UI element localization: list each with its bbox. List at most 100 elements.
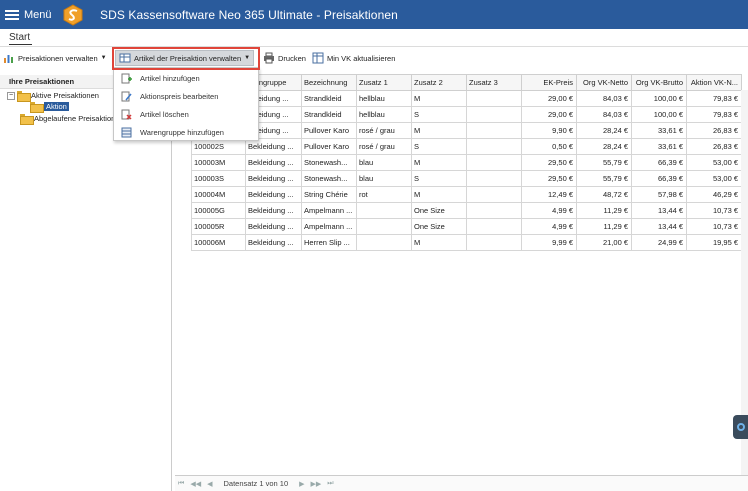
table-row[interactable]: ekleidung ... Pullover Karo rosé / grau M 9,… <box>191 122 742 139</box>
tab-start[interactable]: Start <box>9 32 30 43</box>
column-header[interactable]: Org VK-Netto <box>576 74 632 91</box>
min-vk-aktualisieren-button[interactable]: Min VK aktualisieren <box>312 50 395 66</box>
collapse-icon[interactable]: − <box>7 91 15 100</box>
last-page-icon[interactable]: ⏭ <box>327 480 333 488</box>
table-row[interactable]: ekleidung ... Strandkleid hellblau S 29,00 €… <box>191 106 742 123</box>
table-cell: 53,00 € <box>686 154 742 171</box>
group-icon <box>121 127 132 137</box>
table-cell: 53,00 € <box>686 170 742 187</box>
table-cell: 29,00 € <box>521 106 577 123</box>
table-cell: 29,50 € <box>521 154 577 171</box>
tree-item-aktion[interactable]: Aktion <box>30 102 69 113</box>
table-cell <box>466 106 522 123</box>
table-cell <box>466 234 522 251</box>
menu-label: Menü <box>24 9 52 21</box>
table-row[interactable]: 100004M Bekleidung ... String Chérie rot M 12… <box>191 186 742 203</box>
table-cell: Bekleidung ... <box>245 154 302 171</box>
add-document-icon <box>121 73 132 83</box>
prev-page-icon[interactable]: ◀◀ <box>190 480 201 488</box>
table-cell: 4,99 € <box>521 218 577 235</box>
table-cell: Bekleidung ... <box>245 186 302 203</box>
hamburger-icon <box>5 9 19 21</box>
table-cell: 55,79 € <box>576 154 632 171</box>
table-row[interactable]: 100003S Bekleidung ... Stonewash... blau S 29… <box>191 170 742 187</box>
menu-item-artikel-loeschen[interactable]: Artikel löschen <box>114 105 260 123</box>
column-header[interactable]: Zusatz 3 <box>466 74 522 91</box>
table-row[interactable]: 100002S Bekleidung ... Pullover Karo rosé /… <box>191 138 742 155</box>
column-header[interactable]: Bezeichnung <box>301 74 357 91</box>
menu-item-warengruppe-hinzufuegen[interactable]: Warengruppe hinzufügen <box>114 123 260 141</box>
menu-item-label: Warengruppe hinzufügen <box>140 127 224 137</box>
table-cell: 29,00 € <box>521 90 577 107</box>
table-cell: Bekleidung ... <box>245 218 302 235</box>
tree-item-abgelaufene[interactable]: Abgelaufene Preisaktion <box>20 114 115 125</box>
next-icon[interactable]: ▶ <box>299 480 304 488</box>
chevron-down-icon: ▼ <box>100 55 107 61</box>
table-cell: 4,99 € <box>521 202 577 219</box>
table-cell: 26,83 € <box>686 122 742 139</box>
table-cell <box>466 154 522 171</box>
tree-label-aktive: Aktive Preisaktionen <box>31 91 99 100</box>
table-cell: Bekleidung ... <box>245 234 302 251</box>
table-cell: hellblau <box>356 90 412 107</box>
menu-item-aktionspreis-bearbeiten[interactable]: Aktionspreis bearbeiten <box>114 87 260 105</box>
table-cell: 11,29 € <box>576 218 632 235</box>
tree-label-aktion: Aktion <box>44 102 69 111</box>
table-cell: 100006M <box>191 234 246 251</box>
table-cell: Stonewash... <box>301 170 357 187</box>
column-header[interactable]: Zusatz 2 <box>411 74 467 91</box>
column-header[interactable]: Zusatz 1 <box>356 74 412 91</box>
menu-item-label: Artikel hinzufügen <box>140 73 200 83</box>
table-cell: 100,00 € <box>631 90 687 107</box>
table-cell: blau <box>356 154 412 171</box>
table-row[interactable]: 100005R Bekleidung ... Ampelmann ... One Si… <box>191 218 742 235</box>
table-cell: Ampelmann ... <box>301 218 357 235</box>
table-cell <box>466 218 522 235</box>
drucken-label: Drucken <box>278 53 306 63</box>
table-row[interactable]: 100003M Bekleidung ... Stonewash... blau M 29… <box>191 154 742 171</box>
first-page-icon[interactable]: ⏮ <box>178 480 184 488</box>
table-cell: hellblau <box>356 106 412 123</box>
table-cell: 48,72 € <box>576 186 632 203</box>
table-cell: 100,00 € <box>631 106 687 123</box>
column-header[interactable]: Aktion VK-N... <box>686 74 742 91</box>
tab-underline <box>9 44 32 45</box>
preisaktionen-verwalten-label: Preisaktionen verwalten <box>18 53 98 63</box>
preisaktionen-verwalten-button[interactable]: Preisaktionen verwalten ▼ <box>3 50 107 66</box>
next-page-icon[interactable]: ▶▶ <box>311 480 322 488</box>
table-cell: 29,50 € <box>521 170 577 187</box>
table-cell <box>466 202 522 219</box>
table-cell <box>466 170 522 187</box>
drucken-button[interactable]: Drucken <box>263 50 306 66</box>
table-cell: Bekleidung ... <box>245 170 302 187</box>
menu-button[interactable]: Menü <box>5 8 52 22</box>
table-cell: 100005G <box>191 202 246 219</box>
side-panel-tab[interactable] <box>733 415 748 439</box>
table-cell: 79,83 € <box>686 90 742 107</box>
table-row[interactable]: ekleidung ... Strandkleid hellblau M 29,00 €… <box>191 90 742 107</box>
table-cell: 100004M <box>191 186 246 203</box>
table-cell <box>466 138 522 155</box>
table-cell: M <box>411 122 467 139</box>
menu-item-artikel-hinzufuegen[interactable]: Artikel hinzufügen <box>114 69 260 87</box>
table-cell: S <box>411 106 467 123</box>
record-counter: Datensatz 1 von 10 <box>223 479 289 488</box>
table-cell: Bekleidung ... <box>245 202 302 219</box>
help-icon <box>737 423 745 431</box>
table-cell: 33,61 € <box>631 138 687 155</box>
table-row[interactable]: 100005G Bekleidung ... Ampelmann ... One Si… <box>191 202 742 219</box>
table-row[interactable]: 100006M Bekleidung ... Herren Slip ... M 9,9… <box>191 234 742 251</box>
table-cell: 84,03 € <box>576 106 632 123</box>
app-logo-icon <box>63 4 83 26</box>
tree-item-aktive[interactable]: − Aktive Preisaktionen <box>7 91 99 102</box>
table-cell: 100005R <box>191 218 246 235</box>
printer-icon <box>264 52 274 64</box>
column-header[interactable]: Org VK-Brutto <box>631 74 687 91</box>
table-cell: M <box>411 186 467 203</box>
delete-icon <box>121 109 132 120</box>
table-cell: Ampelmann ... <box>301 202 357 219</box>
column-header[interactable]: EK-Preis <box>521 74 577 91</box>
prev-icon[interactable]: ◀ <box>207 480 212 488</box>
bar-chart-icon <box>4 55 13 63</box>
table-cell: 79,83 € <box>686 106 742 123</box>
